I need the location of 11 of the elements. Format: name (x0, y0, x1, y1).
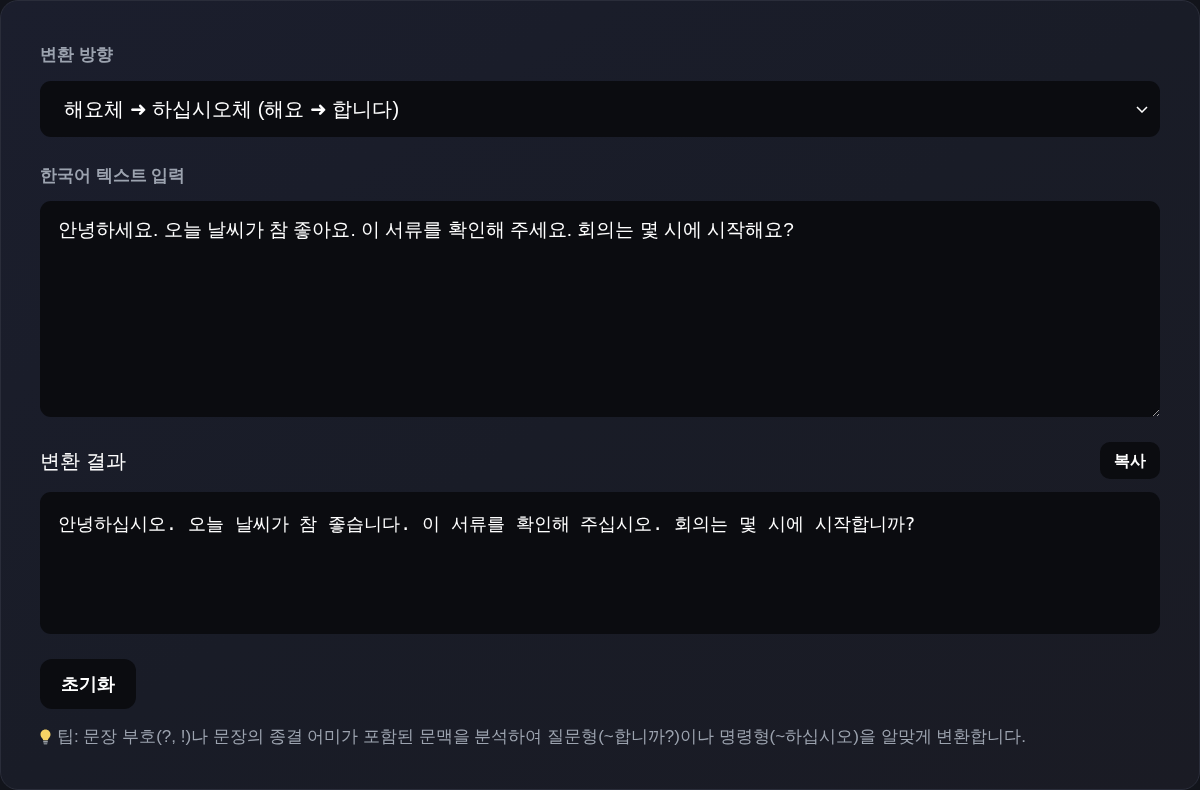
chevron-down-icon (1136, 105, 1148, 113)
field-label: 한국어 텍스트 입력 (40, 165, 187, 187)
reset-button[interactable]: 초기화 (40, 659, 136, 709)
lightbulb-icon (40, 729, 51, 745)
result-output: 안녕하십시오. 오늘 날씨가 참 좋습니다. 이 서류를 확인해 주십시오. 회의는 몇 시에 시작합니까? (40, 492, 1160, 634)
direction-select[interactable]: 해요체 ➜ 하십시오체 (해요 ➜ 합니다) (40, 81, 1160, 137)
text-input[interactable]: 안녕하세요. 오늘 날씨가 참 좋아요. 이 서류를 확인해 주세요. 회의는 몇 시에 시작해요? (40, 201, 1160, 417)
field-label: 변환 방향 (40, 44, 114, 66)
tip-text: 팁: 문장 부호(?, !)나 문장의 종결 어미가 포함된 문맥을 분석하여 질문형(~합니까?)이나 명령형(~하십시오)을 알맞게 변환합니다. (57, 726, 1027, 748)
copy-button[interactable]: 복사 (1100, 442, 1160, 479)
section-title: 변환 결과 (40, 448, 126, 474)
